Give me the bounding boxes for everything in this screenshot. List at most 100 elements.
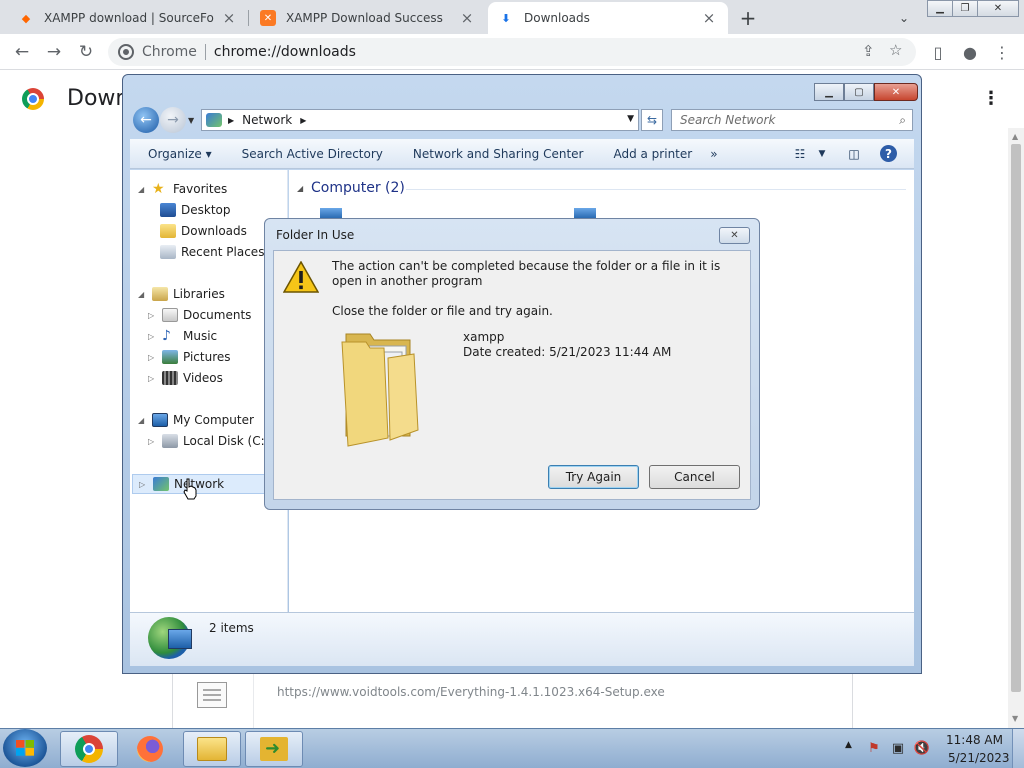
page-menu-icon[interactable]: ⋮ [982, 88, 1000, 109]
close-icon[interactable]: × [458, 9, 476, 27]
explorer-forward-icon[interactable]: → [160, 107, 186, 133]
tree-label: Network [174, 477, 225, 491]
view-dropdown-icon[interactable]: ▼ [812, 144, 832, 164]
collapse-arrow-icon[interactable]: ▷ [148, 311, 158, 320]
tree-item-downloads[interactable]: Downloads [160, 224, 247, 238]
tree-item-music[interactable]: ▷ ♪ Music [148, 329, 217, 343]
page-scrollbar[interactable]: ▲ ▼ [1008, 128, 1024, 728]
volume-muted-icon[interactable]: 🔇 [914, 740, 930, 756]
explorer-address-bar[interactable]: ▶ Network ▶ ▼ [201, 109, 639, 131]
show-desktop-button[interactable] [1012, 729, 1024, 768]
download-icon: ⬇ [501, 11, 511, 25]
chrome-logo-icon [22, 88, 44, 110]
warning-icon [283, 261, 319, 293]
search-icon[interactable]: ⌕ [899, 113, 906, 128]
music-icon: ♪ [162, 328, 171, 344]
close-icon[interactable]: × [700, 9, 718, 27]
try-again-button[interactable]: Try Again [548, 465, 639, 489]
group-collapse-icon[interactable]: ◢ [297, 184, 303, 193]
tree-item-pictures[interactable]: ▷ Pictures [148, 350, 231, 364]
explorer-close-button[interactable]: ✕ [874, 83, 918, 101]
add-printer-button[interactable]: Add a printer [613, 147, 692, 161]
search-placeholder: Search Network [680, 113, 776, 127]
folder-icon [341, 333, 419, 447]
group-header-computer[interactable]: Computer (2) [311, 180, 405, 196]
bookmark-star-icon[interactable]: ☆ [889, 41, 902, 59]
reload-icon[interactable]: ↻ [74, 40, 98, 64]
refresh-icon[interactable]: ⇆ [641, 109, 663, 131]
start-button[interactable] [3, 729, 47, 767]
share-icon[interactable]: ⇪ [862, 42, 875, 60]
back-icon[interactable]: ← [10, 40, 34, 64]
expand-icon[interactable]: ◢ [138, 290, 148, 299]
more-commands-button[interactable]: » [710, 147, 717, 161]
taskbar-installer-button[interactable] [245, 731, 303, 767]
collapse-arrow-icon[interactable]: ▷ [148, 437, 158, 446]
cancel-button[interactable]: Cancel [649, 465, 740, 489]
tree-label: Music [183, 329, 218, 343]
tree-item-documents[interactable]: ▷ Documents [148, 308, 251, 322]
explorer-minimize-button[interactable]: ▁ [814, 83, 844, 101]
close-icon[interactable]: × [220, 9, 238, 27]
breadcrumb-network[interactable]: Network [242, 113, 292, 127]
tree-item-videos[interactable]: ▷ Videos [148, 371, 223, 385]
tab-downloads[interactable]: ⬇ Downloads × [488, 2, 728, 34]
explorer-back-icon[interactable]: ← [133, 107, 159, 133]
collapse-arrow-icon[interactable]: ▷ [148, 332, 158, 341]
taskbar-chrome-button[interactable] [60, 731, 118, 767]
tree-favorites[interactable]: ◢ ★ Favorites [138, 182, 227, 196]
recent-pages-chevron-icon[interactable]: ▼ [188, 116, 194, 125]
breadcrumb-arrow-icon[interactable]: ▶ [228, 116, 234, 125]
action-center-flag-icon[interactable]: ⚑ [866, 740, 882, 756]
download-url-link[interactable]: https://www.voidtools.com/Everything-1.4… [277, 685, 665, 699]
change-view-icon[interactable]: ☷ [790, 144, 810, 164]
collapse-arrow-icon[interactable]: ▷ [148, 374, 158, 383]
tree-item-desktop[interactable]: Desktop [160, 203, 231, 217]
restore-button[interactable]: ❐ [952, 0, 978, 17]
videos-icon [162, 371, 178, 385]
chrome-menu-icon[interactable]: ⋮ [990, 40, 1014, 64]
collapse-arrow-icon[interactable]: ▷ [148, 353, 158, 362]
tree-libraries[interactable]: ◢ Libraries [138, 287, 225, 301]
expand-icon[interactable]: ◢ [138, 185, 148, 194]
tree-network[interactable]: ▷ Network [132, 474, 265, 494]
search-active-directory-button[interactable]: Search Active Directory [242, 147, 383, 161]
clock-time[interactable]: 11:48 AM [946, 733, 1003, 747]
taskbar-explorer-button[interactable] [183, 731, 241, 767]
profile-avatar-icon[interactable]: ● [958, 40, 982, 64]
taskbar-firefox-button[interactable] [121, 731, 179, 767]
tree-item-recent-places[interactable]: Recent Places [160, 245, 264, 259]
network-sharing-center-button[interactable]: Network and Sharing Center [413, 147, 584, 161]
show-hidden-icons-icon[interactable]: ▲ [845, 740, 852, 750]
tree-my-computer[interactable]: ◢ My Computer [138, 413, 254, 427]
tab-sourceforge[interactable]: ◆ XAMPP download | SourceForge × [8, 2, 248, 34]
preview-pane-icon[interactable]: ◫ [844, 144, 864, 164]
scroll-up-icon[interactable]: ▲ [1012, 132, 1018, 141]
clock-date[interactable]: 5/21/2023 [948, 751, 1010, 765]
dialog-close-button[interactable]: ✕ [719, 227, 750, 244]
downloads-folder-icon [160, 224, 176, 238]
scroll-down-icon[interactable]: ▼ [1012, 714, 1018, 723]
side-panel-icon[interactable]: ▯ [926, 40, 950, 64]
address-bar[interactable]: Chrome chrome://downloads [108, 38, 916, 66]
close-window-button[interactable]: ✕ [977, 0, 1019, 17]
collapse-arrow-icon[interactable]: ▷ [139, 480, 149, 489]
breadcrumb-arrow-icon[interactable]: ▶ [300, 116, 306, 125]
address-dropdown-icon[interactable]: ▼ [627, 114, 634, 124]
forward-icon[interactable]: → [42, 40, 66, 64]
tab-title: XAMPP download | SourceForge [44, 11, 214, 25]
network-tray-icon[interactable]: ▣ [890, 740, 906, 756]
documents-icon [162, 308, 178, 322]
minimize-button[interactable]: ▁ [927, 0, 953, 17]
explorer-search-input[interactable]: Search Network ⌕ [671, 109, 913, 131]
tree-item-local-disk[interactable]: ▷ Local Disk (C:) [148, 434, 269, 448]
new-tab-button[interactable]: + [736, 6, 760, 30]
omnibox-divider [204, 44, 206, 60]
explorer-maximize-button[interactable]: ▢ [844, 83, 874, 101]
help-icon[interactable]: ? [880, 145, 897, 162]
organize-button[interactable]: Organize ▾ [148, 147, 212, 161]
tab-xampp-success[interactable]: ✕ XAMPP Download Success × [250, 2, 486, 34]
scrollbar-thumb[interactable] [1011, 144, 1021, 692]
expand-icon[interactable]: ◢ [138, 416, 148, 425]
tab-search-icon[interactable]: ⌄ [894, 8, 914, 28]
